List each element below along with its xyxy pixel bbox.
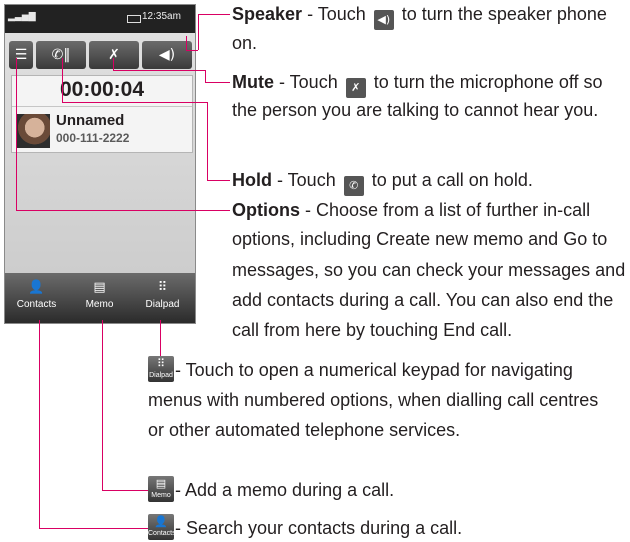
options-annotation: Options - Choose from a list of further … <box>232 196 590 224</box>
annotation-text: - Touch <box>302 4 371 24</box>
annotation-text: - Choose from a list of further in-call <box>300 200 591 220</box>
options-icon: ☰ <box>14 47 28 63</box>
leader-line <box>102 320 103 490</box>
leader-line <box>205 82 230 83</box>
caller-avatar <box>16 114 50 148</box>
battery-icon <box>127 15 141 23</box>
leader-line <box>39 528 148 529</box>
annotation-text: to turn the microphone off so <box>368 72 603 92</box>
leader-line <box>207 180 230 181</box>
annotation-text: - Touch <box>274 72 343 92</box>
badge-label: Dialpad <box>149 372 173 379</box>
leader-line <box>207 102 208 180</box>
annotation-text: messages, so you can check your messages… <box>232 260 626 280</box>
leader-line <box>113 58 114 70</box>
leader-line <box>205 70 206 82</box>
speaker-icon: ◀) <box>158 47 176 63</box>
mute-icon: ✗ <box>345 78 366 98</box>
annotation-text: - Touch <box>272 170 341 190</box>
leader-line <box>102 490 148 491</box>
nav-label: Memo <box>85 299 114 310</box>
hold-button[interactable]: ✆‖ <box>36 41 86 69</box>
badge-label: Memo <box>151 492 171 499</box>
annotation-text: call from here by touching End call. <box>232 320 513 340</box>
contacts-badge: 👤 Contacts <box>148 514 176 540</box>
leader-line <box>62 102 207 103</box>
annotation-text: to put a call on hold. <box>366 170 533 190</box>
dialpad-icon: ⠿ <box>156 357 166 370</box>
status-time: 12:35am <box>142 11 181 22</box>
annotation-text: menus with numbered options, when dialli… <box>148 390 599 410</box>
hold-title: Hold <box>232 170 272 190</box>
leader-line <box>186 36 187 50</box>
leader-line <box>198 14 199 50</box>
status-bar: ▂▃▅▇ 12:35am <box>5 5 195 33</box>
nav-label: Dialpad <box>145 299 180 310</box>
nav-memo-button[interactable]: ▤ Memo <box>68 273 131 323</box>
memo-badge: ▤ Memo <box>148 476 174 502</box>
contacts-icon: 👤 <box>154 515 168 528</box>
call-timer: 00:00:04 <box>59 78 145 101</box>
leader-line <box>113 70 205 71</box>
memo-icon: ▤ <box>93 280 106 295</box>
options-button[interactable]: ☰ <box>9 41 33 69</box>
leader-line <box>39 320 40 528</box>
dialpad-icon: ⠿ <box>157 280 168 295</box>
badge-label: Contacts <box>148 530 176 537</box>
hold-icon: ✆‖ <box>51 47 71 63</box>
memo-icon: ▤ <box>155 477 167 490</box>
nav-contacts-button[interactable]: 👤 Contacts <box>5 273 68 323</box>
leader-line <box>62 58 63 102</box>
mute-icon: ✗ <box>108 47 120 63</box>
signal-icon: ▂▃▅▇ <box>8 12 36 22</box>
annotation-text: - Touch to open a numerical keypad for n… <box>175 360 573 380</box>
caller-name: Unnamed <box>56 112 125 129</box>
dialpad-badge: ⠿ Dialpad <box>148 356 174 382</box>
nav-dialpad-button[interactable]: ⠿ Dialpad <box>131 273 194 323</box>
annotation-text: the person you are talking to cannot hea… <box>232 100 599 120</box>
speaker-button[interactable]: ◀) <box>142 41 192 69</box>
annotation-text: options, including Create new memo and G… <box>232 229 608 249</box>
mute-title: Mute <box>232 72 274 92</box>
leader-line <box>16 58 17 210</box>
speaker-icon: ◀) <box>373 10 394 30</box>
annotation-text: or other automated telephone services. <box>148 420 461 440</box>
speaker-title: Speaker <box>232 4 303 24</box>
leader-line <box>186 50 198 51</box>
annotation-text: to turn the speaker phone <box>396 4 607 24</box>
leader-line <box>16 210 230 211</box>
bottom-nav: 👤 Contacts ▤ Memo ⠿ Dialpad <box>5 273 195 323</box>
leader-line <box>198 14 230 15</box>
annotation-text: - Add a memo during a call. <box>175 480 395 500</box>
speaker-annotation: Speaker - Touch ◀) to turn the speaker p… <box>232 0 607 30</box>
mute-button[interactable]: ✗ <box>89 41 139 69</box>
call-info-panel: 00:00:04 Unnamed 000-111-2222 <box>11 75 193 153</box>
hold-icon: ✆ <box>343 176 364 196</box>
annotation-text: on. <box>232 33 258 53</box>
mute-annotation: Mute - Touch ✗ to turn the microphone of… <box>232 68 603 98</box>
annotation-text: - Search your contacts during a call. <box>175 518 463 538</box>
caller-number: 000-111-2222 <box>56 131 130 145</box>
nav-label: Contacts <box>16 299 57 310</box>
annotation-text: add contacts during a call. You can also… <box>232 290 614 310</box>
divider <box>12 106 192 107</box>
options-title: Options <box>232 200 300 220</box>
phone-screen: ▂▃▅▇ 12:35am ☰ ✆‖ ✗ ◀) 00:00:04 Unnamed … <box>4 4 196 324</box>
hold-annotation: Hold - Touch ✆ to put a call on hold. <box>232 166 533 196</box>
contacts-icon: 👤 <box>28 280 45 295</box>
